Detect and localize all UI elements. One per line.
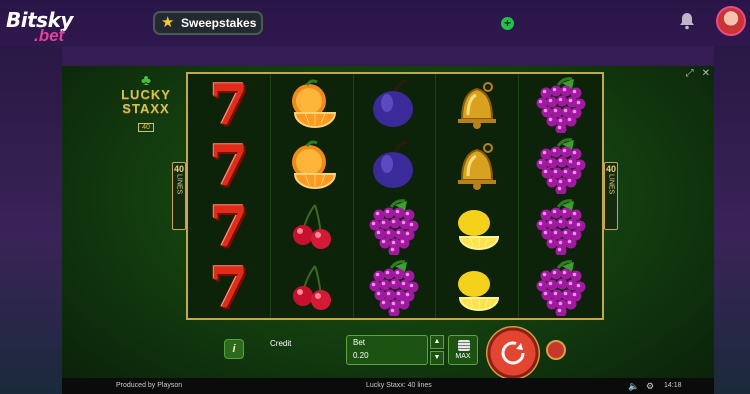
background-decoration-right xyxy=(714,46,750,394)
grapes-symbol-icon xyxy=(519,196,602,257)
bell-symbol-icon xyxy=(436,135,518,196)
credit-label: Credit xyxy=(270,339,292,348)
sweepstakes-label: Sweepstakes xyxy=(181,16,257,30)
reel-5 xyxy=(519,74,602,318)
game-footer: Produced by Playson Lucky Staxx: 40 line… xyxy=(62,378,714,394)
fullscreen-icon[interactable]: ⤢ xyxy=(686,68,694,79)
produced-by-text: Produced by Playson xyxy=(116,382,183,389)
game-logo-top: LUCKY xyxy=(121,87,171,102)
top-bar: Bitsky .bet ★ Sweepstakes + xyxy=(0,0,750,46)
seven-symbol-icon: 7 xyxy=(209,193,249,260)
clock-text: 14:18 xyxy=(664,382,682,389)
max-bet-button[interactable]: MAX xyxy=(448,335,478,365)
info-button[interactable]: i xyxy=(224,339,244,359)
lemon-symbol-icon xyxy=(436,257,518,318)
settings-gear-icon[interactable]: ⚙ xyxy=(646,381,654,392)
seven-symbol-icon: 7 xyxy=(209,254,249,321)
lemon-symbol-icon xyxy=(436,196,518,257)
lines-right-number: 40 xyxy=(605,164,616,174)
star-icon: ★ xyxy=(161,14,175,31)
site-logo[interactable]: Bitsky .bet xyxy=(6,8,90,45)
grapes-symbol-icon xyxy=(519,257,602,318)
grapes-symbol-icon xyxy=(354,257,436,318)
max-label: MAX xyxy=(455,353,471,360)
grapes-symbol-icon xyxy=(519,74,602,135)
reel-1: 7777 xyxy=(188,74,271,318)
page: Bitsky .bet ★ Sweepstakes + ⤢ ✕ ♣ LUCKY … xyxy=(0,0,750,394)
user-avatar[interactable] xyxy=(716,6,746,36)
grapes-symbol-icon xyxy=(354,196,436,257)
lines-left-number: 40 xyxy=(173,164,184,174)
orange-symbol-icon xyxy=(271,135,353,196)
bet-label: Bet xyxy=(353,338,366,347)
bet-decrease-button[interactable]: ▼ xyxy=(430,351,444,365)
reel-3 xyxy=(354,74,437,318)
lines-left-label: LINES xyxy=(175,174,183,195)
lines-right-label: LINES xyxy=(607,174,615,195)
cherry-symbol-icon xyxy=(271,196,353,257)
close-icon[interactable]: ✕ xyxy=(702,68,710,79)
lines-indicator-left: 40 LINES xyxy=(172,162,186,230)
background-decoration-left xyxy=(0,46,62,394)
bet-box: Bet 0.20 xyxy=(346,335,428,365)
reels-grid: 7777 xyxy=(186,72,604,320)
clover-icon: ♣ xyxy=(141,72,151,89)
spin-button[interactable] xyxy=(486,326,540,380)
spin-arrow-icon xyxy=(501,341,525,365)
seven-symbol-icon: 7 xyxy=(209,132,249,199)
lines-indicator-right: 40 LINES xyxy=(604,162,618,230)
reel-2 xyxy=(271,74,354,318)
autoplay-button[interactable] xyxy=(546,340,566,360)
bet-stepper: ▲ ▼ xyxy=(430,335,444,365)
bell-symbol-icon xyxy=(436,74,518,135)
sweepstakes-button[interactable]: ★ Sweepstakes xyxy=(153,11,263,35)
game-logo: ♣ LUCKY STAXX 40 xyxy=(112,72,180,132)
grapes-symbol-icon xyxy=(519,135,602,196)
bet-increase-button[interactable]: ▲ xyxy=(430,335,444,349)
orange-symbol-icon xyxy=(271,74,353,135)
game-logo-badge: 40 xyxy=(138,123,154,132)
reel-4 xyxy=(436,74,520,318)
game-logo-bottom: STAXX xyxy=(122,101,170,116)
plum-symbol-icon xyxy=(354,135,436,196)
cherry-symbol-icon xyxy=(271,257,353,318)
sound-icon[interactable]: 🔈 xyxy=(628,381,639,392)
game-window-controls: ⤢ ✕ xyxy=(686,68,710,79)
add-funds-icon[interactable]: + xyxy=(501,17,514,30)
game-frame: ⤢ ✕ ♣ LUCKY STAXX 40 40 LINES 40 LINES 7… xyxy=(62,66,714,394)
logo-subtext: .bet xyxy=(34,26,65,45)
coins-icon xyxy=(458,340,470,351)
plum-symbol-icon xyxy=(354,74,436,135)
game-name-text: Lucky Staxx: 40 lines xyxy=(366,382,432,389)
seven-symbol-icon: 7 xyxy=(209,71,249,138)
bell-icon[interactable] xyxy=(679,12,695,30)
bet-value: 0.20 xyxy=(353,351,369,360)
